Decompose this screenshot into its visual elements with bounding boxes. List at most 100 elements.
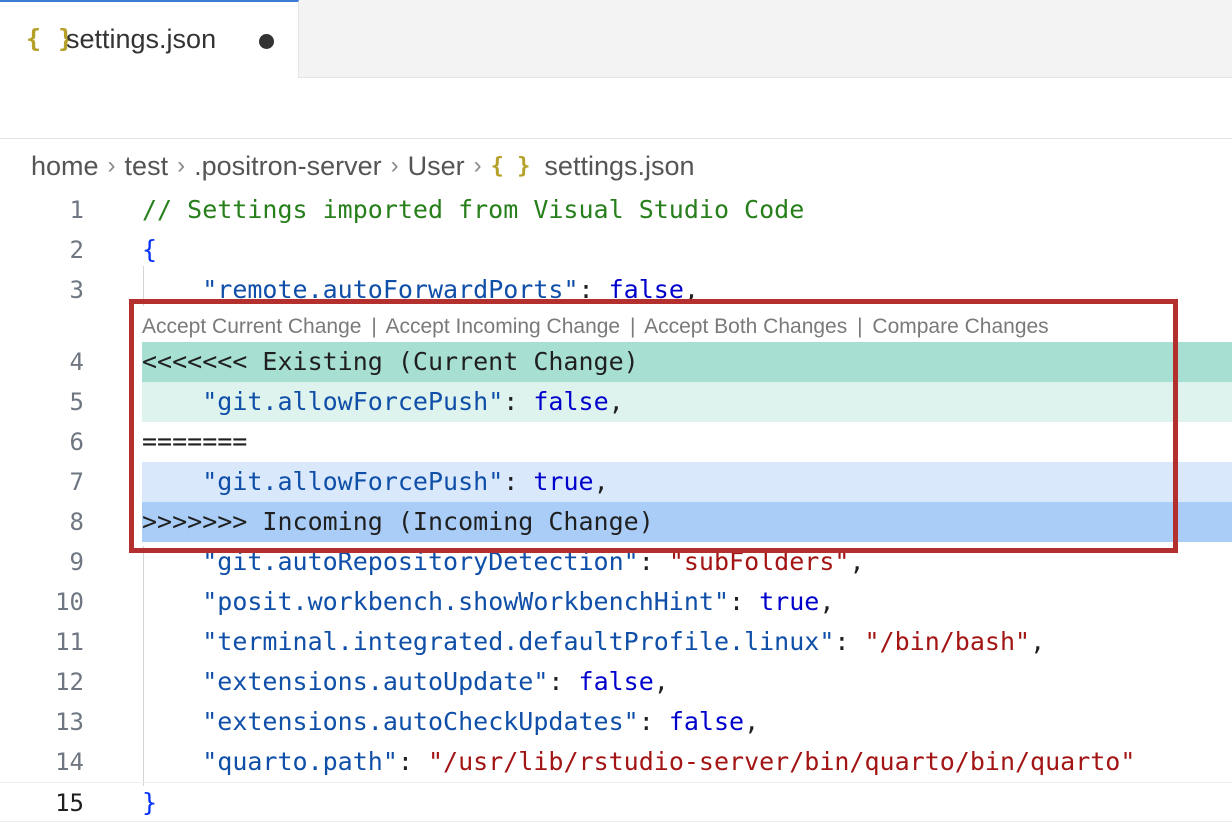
code-token-punct: : bbox=[638, 547, 669, 576]
code-token-punct: : bbox=[834, 627, 865, 656]
line-content: "extensions.autoUpdate": false, bbox=[142, 662, 669, 702]
code-line[interactable]: 12 "extensions.autoUpdate": false, bbox=[0, 662, 1232, 702]
code-token-punct: : bbox=[503, 467, 534, 496]
compare-changes-link[interactable]: Compare Changes bbox=[872, 315, 1048, 338]
code-token-key: "git.allowForcePush" bbox=[202, 467, 504, 496]
accept-both-changes-link[interactable]: Accept Both Changes bbox=[644, 315, 847, 338]
code-token-punct bbox=[142, 275, 202, 304]
line-number: 5 bbox=[69, 388, 84, 416]
code-token-punct: , bbox=[819, 587, 835, 616]
code-token-bool: false bbox=[578, 667, 654, 696]
accept-current-change-link[interactable]: Accept Current Change bbox=[142, 315, 361, 338]
codelens-separator: | bbox=[857, 315, 863, 338]
code-token-punct: , bbox=[744, 707, 760, 736]
code-editor[interactable]: 1 // Settings imported from Visual Studi… bbox=[0, 188, 1232, 834]
chevron-right-icon: › bbox=[107, 152, 116, 179]
code-token-bool: true bbox=[759, 587, 820, 616]
code-line[interactable]: 11 "terminal.integrated.defaultProfile.l… bbox=[0, 622, 1232, 662]
tab-label: settings.json bbox=[66, 24, 217, 54]
code-token-comment: // Settings imported from Visual Studio … bbox=[142, 195, 805, 224]
code-line[interactable]: 6 ======= bbox=[0, 422, 1232, 462]
line-number: 7 bbox=[69, 468, 84, 496]
code-line[interactable]: 10 "posit.workbench.showWorkbenchHint": … bbox=[0, 582, 1232, 622]
accept-incoming-change-link[interactable]: Accept Incoming Change bbox=[385, 315, 620, 338]
line-number: 11 bbox=[55, 628, 84, 656]
line-content: "git.allowForcePush": false, bbox=[142, 382, 624, 422]
code-line[interactable]: 14 "quarto.path": "/usr/lib/rstudio-serv… bbox=[0, 742, 1232, 782]
unsaved-changes-dot-icon[interactable] bbox=[259, 34, 274, 49]
json-file-icon: { } bbox=[490, 153, 531, 179]
line-content: "posit.workbench.showWorkbenchHint": tru… bbox=[142, 582, 834, 622]
code-token-bool: false bbox=[608, 275, 684, 304]
line-number: 12 bbox=[55, 668, 84, 696]
code-token-key: "terminal.integrated.defaultProfile.linu… bbox=[202, 627, 835, 656]
editor-toolbar-strip bbox=[0, 78, 1232, 139]
line-number: 13 bbox=[55, 708, 84, 736]
chevron-right-icon: › bbox=[473, 152, 482, 179]
code-line[interactable]: 9 "git.autoRepositoryDetection": "subFol… bbox=[0, 542, 1232, 582]
code-token-bool: false bbox=[533, 387, 609, 416]
code-token-punct: , bbox=[608, 387, 624, 416]
code-token-punct: : bbox=[503, 387, 534, 416]
line-number: 6 bbox=[69, 428, 84, 456]
code-token-punct: ======= bbox=[142, 427, 248, 456]
code-token-key: "posit.workbench.showWorkbenchHint" bbox=[202, 587, 730, 616]
tab-settings-json[interactable]: { } settings.json bbox=[0, 0, 299, 78]
code-token-brace: } bbox=[142, 788, 158, 817]
code-line-active[interactable]: 15 } bbox=[0, 782, 1232, 822]
line-number: 2 bbox=[69, 236, 84, 264]
chevron-right-icon: › bbox=[177, 152, 186, 179]
line-content: <<<<<<< Existing (Current Change) bbox=[142, 342, 639, 382]
line-number: 3 bbox=[69, 276, 84, 304]
code-token-punct bbox=[142, 587, 202, 616]
line-number: 8 bbox=[69, 508, 84, 536]
code-line[interactable]: 2 { bbox=[0, 230, 1232, 270]
code-line[interactable]: 3 "remote.autoForwardPorts": false, bbox=[0, 270, 1232, 310]
code-token-punct: : bbox=[397, 747, 428, 776]
code-token-key: "remote.autoForwardPorts" bbox=[202, 275, 579, 304]
code-token-punct bbox=[142, 467, 202, 496]
code-token-punct: , bbox=[849, 547, 865, 576]
breadcrumb-item-test[interactable]: test bbox=[125, 151, 169, 182]
line-number: 14 bbox=[55, 748, 84, 776]
line-number: 1 bbox=[69, 196, 84, 224]
code-token-punct: >>>>>>> Incoming (Incoming Change) bbox=[142, 507, 654, 536]
code-token-punct bbox=[142, 667, 202, 696]
code-token-str: "/usr/lib/rstudio-server/bin/quarto/bin/… bbox=[428, 747, 1136, 776]
code-token-punct bbox=[142, 387, 202, 416]
line-content: "extensions.autoCheckUpdates": false, bbox=[142, 702, 759, 742]
line-content: ======= bbox=[142, 422, 247, 462]
code-line[interactable]: 8 >>>>>>> Incoming (Incoming Change) bbox=[0, 502, 1232, 542]
code-token-key: "extensions.autoUpdate" bbox=[202, 667, 549, 696]
line-number: 9 bbox=[69, 548, 84, 576]
code-token-punct bbox=[142, 707, 202, 736]
merge-conflict-actions: Accept Current Change | Accept Incoming … bbox=[142, 314, 1049, 340]
line-content: } bbox=[142, 783, 157, 823]
code-line[interactable]: 13 "extensions.autoCheckUpdates": false, bbox=[0, 702, 1232, 742]
code-token-bool: true bbox=[533, 467, 594, 496]
breadcrumb-item-positron-server[interactable]: .positron-server bbox=[194, 151, 382, 182]
line-content: // Settings imported from Visual Studio … bbox=[142, 190, 804, 230]
line-content: { bbox=[142, 230, 157, 270]
code-token-punct: : bbox=[548, 667, 579, 696]
code-token-punct: , bbox=[653, 667, 669, 696]
breadcrumb-item-settings-json[interactable]: settings.json bbox=[544, 151, 694, 182]
code-token-str: "subFolders" bbox=[668, 547, 850, 576]
line-content: "git.allowForcePush": true, bbox=[142, 462, 608, 502]
code-token-punct bbox=[142, 747, 202, 776]
code-line[interactable]: 4 <<<<<<< Existing (Current Change) bbox=[0, 342, 1232, 382]
code-line[interactable]: 7 "git.allowForcePush": true, bbox=[0, 462, 1232, 502]
code-token-punct: <<<<<<< Existing (Current Change) bbox=[142, 347, 639, 376]
breadcrumb-item-user[interactable]: User bbox=[408, 151, 465, 182]
code-token-key: "git.autoRepositoryDetection" bbox=[202, 547, 639, 576]
line-content: "terminal.integrated.defaultProfile.linu… bbox=[142, 622, 1045, 662]
line-number: 10 bbox=[55, 588, 84, 616]
codelens-separator: | bbox=[629, 315, 636, 338]
code-line[interactable]: 1 // Settings imported from Visual Studi… bbox=[0, 190, 1232, 230]
line-content: "git.autoRepositoryDetection": "subFolde… bbox=[142, 542, 865, 582]
editor-tab-bar: { } settings.json bbox=[0, 0, 1232, 78]
code-line[interactable]: 5 "git.allowForcePush": false, bbox=[0, 382, 1232, 422]
breadcrumb-item-home[interactable]: home bbox=[31, 151, 99, 182]
code-token-punct bbox=[142, 547, 202, 576]
line-content: "quarto.path": "/usr/lib/rstudio-server/… bbox=[142, 742, 1135, 782]
